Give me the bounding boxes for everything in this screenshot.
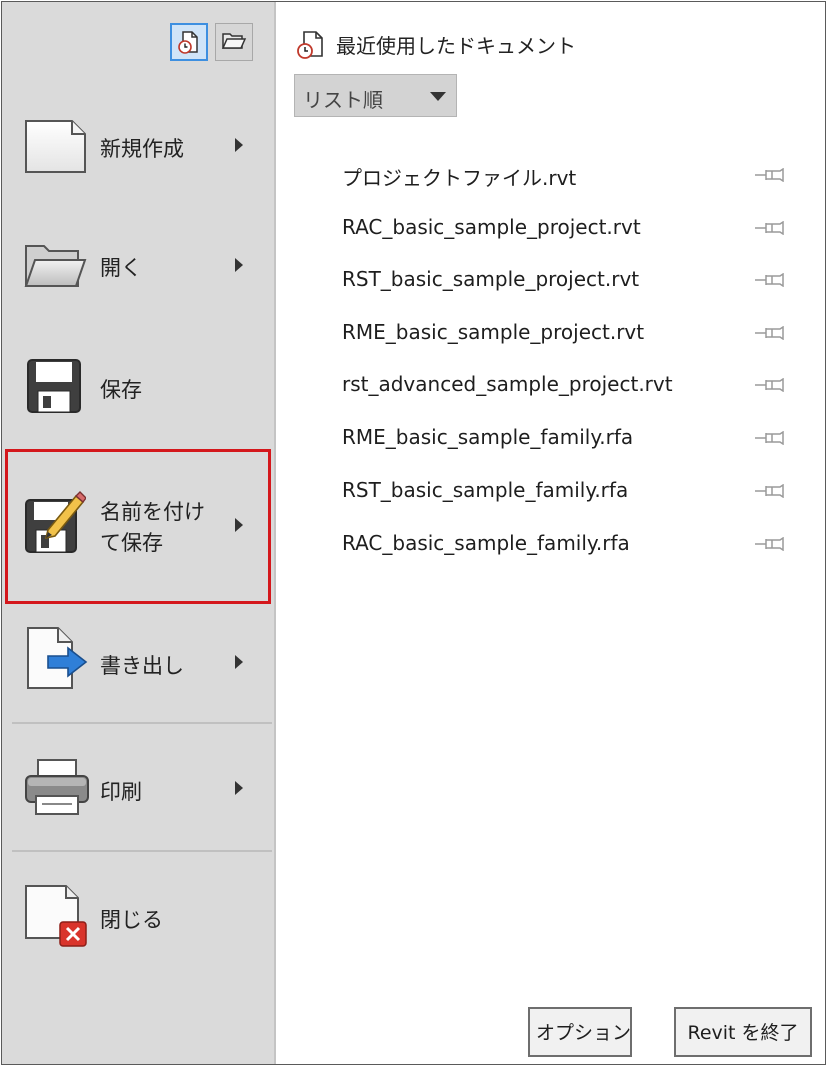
recent-document-item[interactable]: RME_basic_sample_project.rvt (342, 308, 812, 360)
document-name: RST_basic_sample_family.rfa (342, 478, 629, 502)
menu-item-print[interactable]: 印刷 (2, 750, 274, 824)
document-name: RAC_basic_sample_family.rfa (342, 531, 630, 555)
submenu-arrow-icon (235, 138, 243, 152)
pin-icon[interactable] (754, 326, 784, 340)
document-name: rst_advanced_sample_project.rvt (342, 372, 673, 396)
menu-label-open: 開く (100, 256, 142, 280)
menu-label-export: 書き出し (100, 654, 184, 678)
submenu-arrow-icon (235, 258, 243, 272)
save-disk-icon (27, 359, 81, 413)
submenu-arrow-icon (235, 781, 243, 795)
recent-documents-icon (297, 31, 323, 59)
menu-item-open[interactable]: 開く (2, 230, 274, 300)
pin-icon[interactable] (754, 221, 784, 235)
left-menu-pane: 新規作成 開く 保存 名前を付け て保存 書き出し 印刷 閉じる (2, 2, 274, 1064)
recent-documents-toggle[interactable] (170, 23, 208, 61)
recent-documents-title: 最近使用したドキュメント (336, 34, 576, 58)
menu-label-close: 閉じる (100, 908, 163, 932)
open-documents-toggle[interactable] (215, 23, 253, 61)
printer-icon (25, 759, 89, 815)
sort-order-value: リスト順 (303, 88, 383, 112)
pin-icon[interactable] (754, 273, 784, 287)
pin-icon[interactable] (754, 431, 784, 445)
pin-icon[interactable] (754, 168, 784, 182)
new-document-icon (25, 120, 86, 173)
menu-label-new: 新規作成 (100, 137, 184, 161)
close-document-icon (25, 885, 87, 947)
recent-document-item[interactable]: RST_basic_sample_project.rvt (342, 255, 812, 307)
sort-order-dropdown[interactable]: リスト順 (294, 74, 457, 117)
exit-revit-button[interactable]: Revit を終了 (674, 1007, 812, 1057)
menu-item-close[interactable]: 閉じる (2, 880, 274, 952)
document-name: RAC_basic_sample_project.rvt (342, 215, 641, 239)
recent-document-item[interactable]: RST_basic_sample_family.rfa (342, 466, 812, 518)
open-documents-icon (221, 33, 247, 49)
recent-document-item[interactable]: RAC_basic_sample_project.rvt (342, 203, 812, 255)
open-folder-icon (24, 245, 87, 287)
pin-icon[interactable] (754, 378, 784, 392)
menu-item-new[interactable]: 新規作成 (2, 112, 274, 182)
recent-documents-icon (178, 31, 198, 54)
menu-item-export[interactable]: 書き出し (2, 624, 274, 696)
recent-document-item[interactable]: プロジェクトファイル.rvt (342, 150, 812, 202)
document-name: RME_basic_sample_project.rvt (342, 320, 645, 344)
document-name: プロジェクトファイル.rvt (342, 166, 577, 190)
menu-item-save[interactable]: 保存 (2, 352, 274, 422)
application-menu: 新規作成 開く 保存 名前を付け て保存 書き出し 印刷 閉じる 最近使用したド… (1, 1, 826, 1065)
options-button[interactable]: オプション (528, 1007, 632, 1057)
menu-label-print: 印刷 (100, 780, 142, 804)
recent-document-item[interactable]: rst_advanced_sample_project.rvt (342, 360, 812, 412)
document-name: RST_basic_sample_project.rvt (342, 267, 640, 291)
pin-icon[interactable] (754, 537, 784, 551)
recent-document-item[interactable]: RME_basic_sample_family.rfa (342, 413, 812, 465)
menu-separator (12, 850, 272, 852)
menu-label-save: 保存 (100, 378, 142, 402)
recent-documents-pane: 最近使用したドキュメント リスト順 プロジェクトファイル.rvt RAC_bas… (276, 2, 825, 1064)
pin-icon[interactable] (754, 484, 784, 498)
menu-separator (12, 722, 272, 724)
document-name: RME_basic_sample_family.rfa (342, 425, 634, 449)
save-as-highlight-box (5, 449, 271, 604)
export-icon (27, 627, 88, 689)
recent-document-item[interactable]: RAC_basic_sample_family.rfa (342, 519, 812, 571)
chevron-down-icon (430, 92, 446, 101)
submenu-arrow-icon (235, 655, 243, 669)
